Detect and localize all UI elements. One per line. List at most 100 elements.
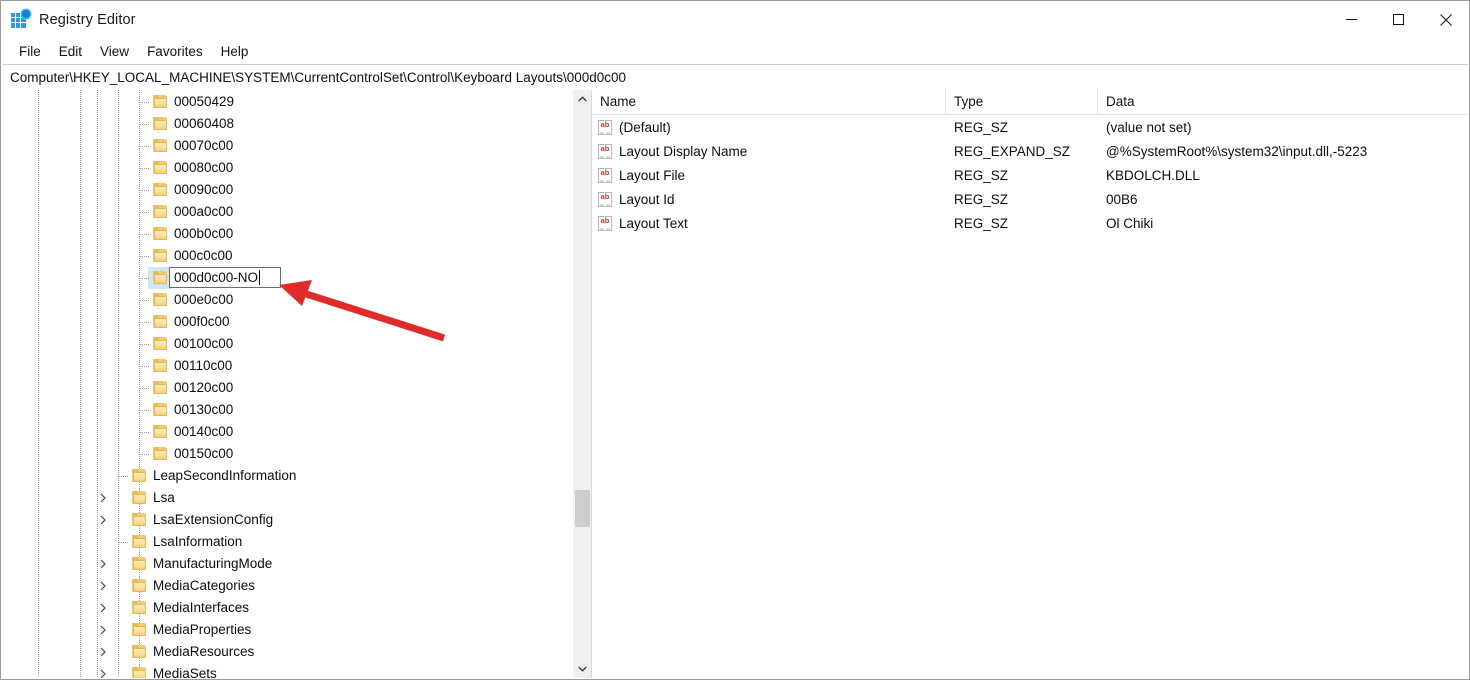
tree-item[interactable]: MediaCategories [2, 575, 561, 597]
tree-item[interactable]: 00090c00 [2, 179, 561, 201]
folder-icon [153, 139, 167, 152]
tree-connector [140, 190, 149, 191]
tree-connector [140, 146, 149, 147]
registry-editor-window: Registry Editor File Edit View Favorites… [0, 0, 1470, 680]
folder-icon [153, 183, 167, 196]
tree-item[interactable]: 000d0c00-NO [2, 267, 561, 289]
folder-icon [153, 359, 167, 372]
tree-expand-chevron-icon[interactable] [96, 619, 110, 641]
tree-item[interactable]: 00050429 [2, 91, 561, 113]
tree-item[interactable]: 000f0c00 [2, 311, 561, 333]
tree-item[interactable]: 00150c00 [2, 443, 561, 465]
column-header-name[interactable]: Name [592, 90, 946, 114]
tree-item[interactable]: 000c0c00 [2, 245, 561, 267]
menu-item-file[interactable]: File [10, 42, 50, 61]
tree-connector [140, 366, 149, 367]
list-column-headers: Name Type Data [592, 90, 1468, 115]
menu-item-view[interactable]: View [91, 42, 138, 61]
column-header-data[interactable]: Data [1098, 90, 1468, 114]
value-type-cell: REG_SZ [954, 215, 1009, 231]
value-name-cell: ab Layout Display Name [592, 143, 946, 159]
tree-item[interactable]: MediaSets [2, 663, 561, 678]
table-row[interactable]: ab Layout File REG_SZ KBDOLCH.DLL [592, 163, 1468, 187]
tree-expand-chevron-icon[interactable] [96, 487, 110, 509]
tree-item-label: 00140c00 [174, 424, 234, 439]
rename-input-value: 000d0c00-NO [174, 270, 259, 285]
tree-item[interactable]: 00060408 [2, 113, 561, 135]
tree-expand-chevron-icon[interactable] [96, 575, 110, 597]
tree-item-label: LsaExtensionConfig [153, 512, 274, 527]
column-header-type[interactable]: Type [946, 90, 1098, 114]
folder-icon [132, 535, 146, 548]
folder-icon [132, 645, 146, 658]
tree-expand-chevron-icon[interactable] [96, 641, 110, 663]
tree-item-label: MediaCategories [153, 578, 256, 593]
tree-expand-chevron-icon[interactable] [96, 663, 110, 678]
table-row[interactable]: ab Layout Text REG_SZ Ol Chiki [592, 211, 1468, 235]
folder-icon [153, 95, 167, 108]
value-name-text: Layout Id [619, 191, 675, 207]
table-row[interactable]: ab (Default) REG_SZ (value not set) [592, 115, 1468, 139]
menu-item-favorites[interactable]: Favorites [138, 42, 212, 61]
tree-item[interactable]: LsaInformation [2, 531, 561, 553]
value-type-cell: REG_SZ [954, 119, 1009, 135]
tree-item-label: 00080c00 [174, 160, 234, 175]
close-button[interactable] [1422, 1, 1469, 38]
text-caret [259, 270, 261, 285]
scroll-up-button[interactable] [574, 90, 591, 108]
value-data-cell: Ol Chiki [1106, 215, 1154, 231]
tree-item[interactable]: LeapSecondInformation [2, 465, 561, 487]
maximize-button[interactable] [1375, 1, 1422, 38]
address-bar[interactable]: Computer\HKEY_LOCAL_MACHINE\SYSTEM\Curre… [2, 64, 1468, 91]
tree-item[interactable]: 00080c00 [2, 157, 561, 179]
tree-item[interactable]: 00100c00 [2, 333, 561, 355]
tree-item[interactable]: 00140c00 [2, 421, 561, 443]
tree-item-label: Lsa [153, 490, 175, 505]
table-row[interactable]: ab Layout Display Name REG_EXPAND_SZ @%Syst… [592, 139, 1468, 163]
tree-item[interactable]: MediaResources [2, 641, 561, 663]
tree-item[interactable]: LsaExtensionConfig [2, 509, 561, 531]
folder-icon [132, 469, 146, 482]
value-name-text: Layout Text [619, 215, 688, 231]
tree-item[interactable]: 00130c00 [2, 399, 561, 421]
tree-item-label: MediaInterfaces [153, 600, 250, 615]
folder-icon [153, 205, 167, 218]
tree-item[interactable]: MediaInterfaces [2, 597, 561, 619]
folder-icon [132, 557, 146, 570]
tree-expand-chevron-icon[interactable] [96, 553, 110, 575]
tree-item-label: 00110c00 [174, 358, 233, 373]
menu-item-edit[interactable]: Edit [50, 42, 91, 61]
tree-item-label: MediaResources [153, 644, 255, 659]
rename-input[interactable]: 000d0c00-NO [169, 267, 281, 288]
value-data-cell: (value not set) [1106, 119, 1192, 135]
tree-item[interactable]: 00070c00 [2, 135, 561, 157]
table-row[interactable]: ab Layout Id REG_SZ 00B6 [592, 187, 1468, 211]
tree-connector [140, 322, 149, 323]
minimize-button[interactable] [1328, 1, 1375, 38]
tree-vertical-scrollbar[interactable] [573, 90, 591, 678]
tree-connector [140, 212, 149, 213]
value-name-text: (Default) [619, 119, 671, 135]
tree-item[interactable]: MediaProperties [2, 619, 561, 641]
scroll-down-button[interactable] [574, 660, 591, 678]
tree-item[interactable]: 00110c00 [2, 355, 561, 377]
tree-item[interactable]: 000b0c00 [2, 223, 561, 245]
chevron-up-icon [578, 96, 587, 102]
tree-item-label: 00120c00 [174, 380, 234, 395]
scrollbar-thumb[interactable] [575, 490, 590, 527]
tree-expand-chevron-icon[interactable] [96, 509, 110, 531]
tree-item-label: 000f0c00 [174, 314, 230, 329]
value-name-cell: ab Layout Id [592, 191, 946, 207]
menu-item-help[interactable]: Help [212, 42, 258, 61]
tree-item[interactable]: 000e0c00 [2, 289, 561, 311]
tree-expand-chevron-icon[interactable] [96, 597, 110, 619]
close-icon [1439, 13, 1452, 26]
tree-item[interactable]: ManufacturingMode [2, 553, 561, 575]
tree-item[interactable]: 00120c00 [2, 377, 561, 399]
tree-item-label: MediaSets [153, 666, 217, 678]
folder-icon [132, 623, 146, 636]
tree-item[interactable]: Lsa [2, 487, 561, 509]
tree-connector [140, 234, 149, 235]
tree-item[interactable]: 000a0c00 [2, 201, 561, 223]
folder-icon [132, 579, 146, 592]
